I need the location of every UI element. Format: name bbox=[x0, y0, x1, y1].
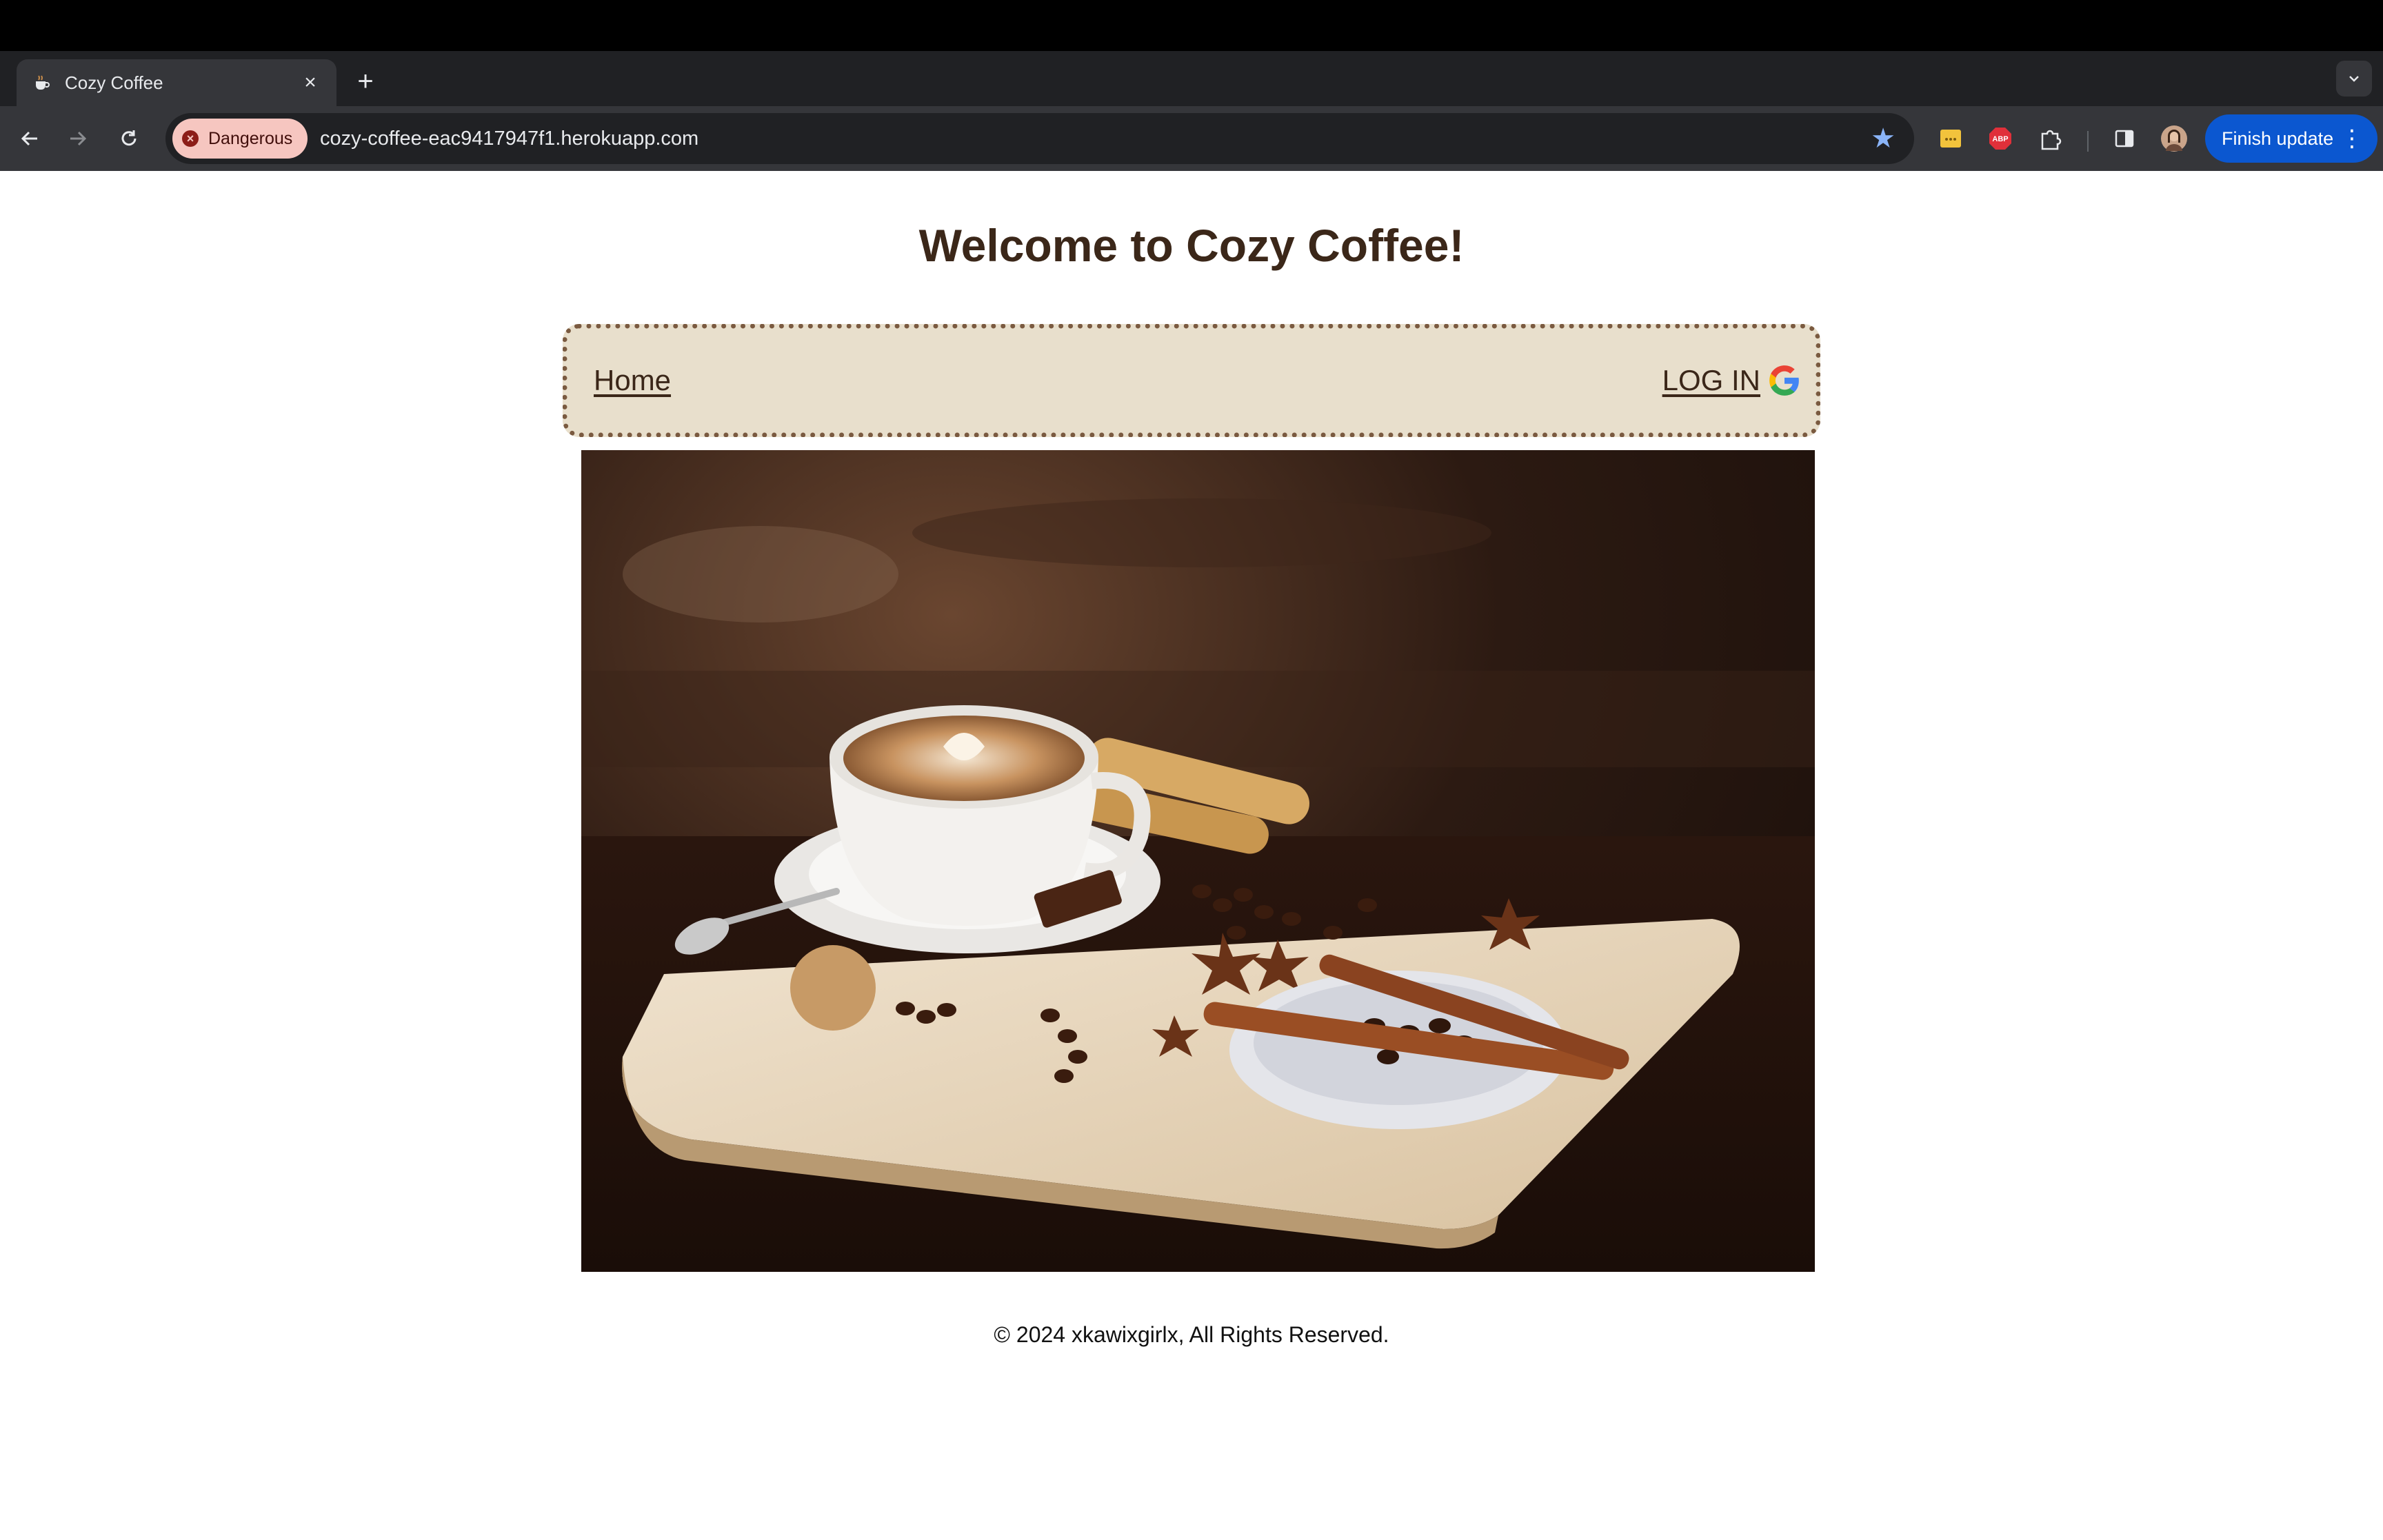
finish-update-label: Finish update bbox=[2222, 128, 2334, 149]
tab-strip: Cozy Coffee × + bbox=[0, 51, 2383, 106]
hero-image bbox=[581, 450, 1815, 1272]
toolbar-divider bbox=[2087, 131, 2089, 152]
new-tab-button[interactable]: + bbox=[350, 66, 381, 97]
url-text[interactable]: cozy-coffee-eac9417947f1.herokuapp.com bbox=[320, 113, 698, 164]
login-label: LOG IN bbox=[1662, 364, 1760, 396]
cappuccino-illustration bbox=[581, 498, 1815, 1272]
extension-icon bbox=[1940, 130, 1961, 148]
extension-notes-button[interactable] bbox=[1932, 120, 1969, 157]
adblock-icon: ABP bbox=[1989, 128, 2011, 150]
tab-title: Cozy Coffee bbox=[65, 72, 163, 93]
chevron-down-icon bbox=[2349, 76, 2359, 82]
puzzle-icon bbox=[2041, 130, 2062, 150]
page-title: Welcome to Cozy Coffee! bbox=[918, 220, 1465, 271]
forward-button[interactable] bbox=[59, 120, 97, 157]
forward-icon bbox=[70, 131, 87, 146]
danger-icon: × bbox=[182, 130, 199, 147]
side-panel-button[interactable] bbox=[2106, 120, 2143, 157]
browser-toolbar: × Dangerous cozy-coffee-eac9417947f1.her… bbox=[0, 106, 2383, 171]
svg-text:ABP: ABP bbox=[1992, 135, 2008, 143]
finish-update-button[interactable]: Finish update ⋮ bbox=[2205, 114, 2377, 163]
page-footer: © 2024 xkawixgirlx, All Rights Reserved. bbox=[994, 1322, 1389, 1347]
reload-button[interactable] bbox=[110, 120, 148, 157]
login-link[interactable]: LOG IN bbox=[1662, 329, 1802, 432]
security-status-label: Dangerous bbox=[208, 128, 293, 148]
back-button[interactable] bbox=[11, 120, 48, 157]
tab-search-button[interactable] bbox=[2336, 61, 2372, 97]
side-panel-icon bbox=[2115, 130, 2134, 148]
coffee-cup-favicon-icon bbox=[30, 72, 52, 94]
nav-home-link[interactable]: Home bbox=[594, 329, 671, 432]
adblock-extension-button[interactable]: ABP bbox=[1982, 120, 2019, 157]
google-icon bbox=[1769, 365, 1799, 396]
os-menu-bar bbox=[0, 0, 2383, 51]
site-navbar: Home LOG IN bbox=[563, 324, 1820, 437]
extensions-menu-button[interactable] bbox=[2031, 120, 2069, 157]
bookmark-star-icon[interactable]: ★ bbox=[1867, 123, 1899, 154]
reload-icon bbox=[121, 130, 137, 146]
tab-cozy-coffee[interactable]: Cozy Coffee × bbox=[17, 59, 336, 106]
back-icon bbox=[21, 131, 37, 146]
profile-button[interactable] bbox=[2155, 120, 2193, 157]
address-bar[interactable]: × Dangerous cozy-coffee-eac9417947f1.her… bbox=[165, 113, 1914, 164]
profile-avatar bbox=[2161, 125, 2187, 152]
security-status-chip[interactable]: × Dangerous bbox=[172, 119, 308, 159]
more-menu-icon[interactable]: ⋮ bbox=[2340, 114, 2364, 163]
tab-close-icon[interactable]: × bbox=[298, 70, 323, 95]
